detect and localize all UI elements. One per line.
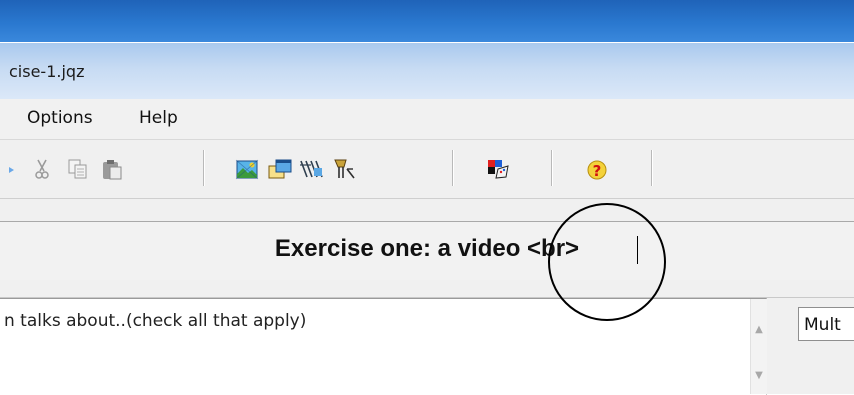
menu-options[interactable]: Options (27, 108, 93, 128)
right-panel: Mult (767, 298, 854, 394)
copy-icon[interactable] (64, 157, 92, 181)
help-icon[interactable]: ? (585, 157, 613, 181)
keyboard-icon[interactable] (297, 157, 325, 181)
menu-bar: Options Help (0, 99, 854, 140)
window-frame (0, 0, 854, 42)
menu-help[interactable]: Help (139, 108, 178, 128)
exercise-title-field[interactable]: Exercise one: a video <br> (0, 222, 854, 280)
cut-icon[interactable] (28, 157, 56, 181)
question-textarea[interactable]: n talks about..(check all that apply) (0, 298, 767, 395)
palette-icon[interactable] (484, 157, 512, 181)
toolbar-separator (651, 150, 652, 186)
annotation-circle (548, 203, 666, 321)
toolbar-separator (551, 150, 552, 186)
paste-icon[interactable] (98, 157, 126, 181)
toolbar-separator (203, 150, 204, 186)
window-title: cise-1.jqz (9, 62, 85, 81)
section-divider (0, 280, 854, 298)
toolbar-separator (452, 150, 453, 186)
question-type-select[interactable]: Mult (798, 307, 854, 341)
tools-icon[interactable] (330, 157, 358, 181)
vertical-scrollbar[interactable]: ▲ ▼ (750, 299, 767, 394)
toolbar: ? (0, 140, 854, 199)
scroll-down-arrow-icon[interactable]: ▼ (754, 371, 764, 381)
question-text: n talks about..(check all that apply) (4, 311, 307, 331)
arrow-icon[interactable] (0, 157, 14, 181)
scroll-up-arrow-icon[interactable]: ▲ (754, 325, 764, 335)
image-icon[interactable] (233, 157, 261, 181)
exercise-title[interactable]: Exercise one: a video <br> (0, 235, 854, 263)
window-icon[interactable] (266, 157, 294, 181)
title-bar: cise-1.jqz (0, 42, 854, 99)
svg-text:?: ? (593, 162, 602, 180)
toolbar-divider (0, 199, 854, 222)
